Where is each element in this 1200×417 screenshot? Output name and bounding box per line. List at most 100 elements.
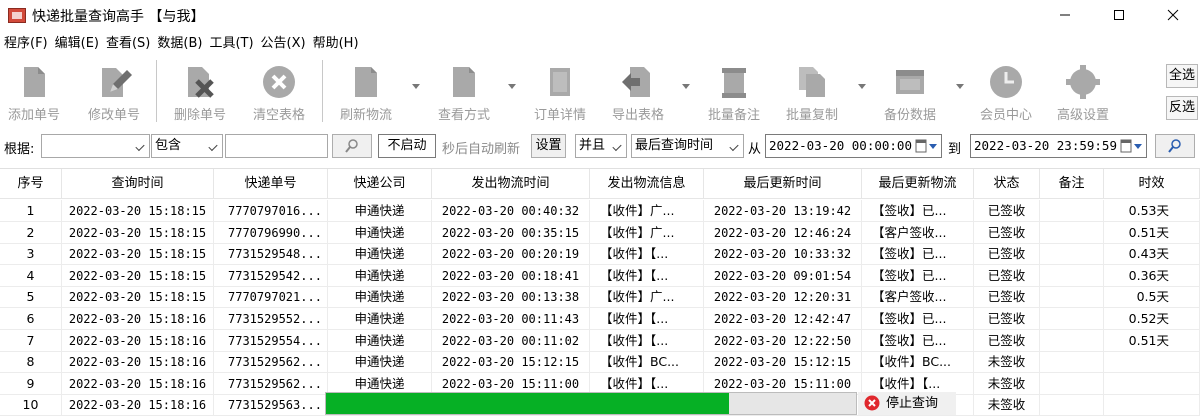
to-date-picker[interactable]: 2022-03-20 23:59:59 (970, 134, 1147, 158)
cell-sent-info: 【收件】【... (590, 264, 704, 287)
calendar-icon[interactable] (915, 139, 937, 153)
cell-query-time: 2022-03-20 15:18:15 (62, 243, 214, 266)
cell-sent-info: 【收件】【... (590, 243, 704, 266)
refresh-logistics-button[interactable]: 刷新物流 (334, 58, 420, 124)
column-header-tracking-number[interactable]: 快递单号 (214, 169, 328, 199)
document-view-icon (453, 67, 475, 97)
copy-icon (799, 67, 825, 97)
search-button[interactable] (332, 134, 372, 158)
cell-last-update-info: 【客户签收... (862, 286, 974, 309)
cell-status: 已签收 (974, 221, 1040, 244)
cell-duration: 0.51天 (1104, 221, 1200, 244)
auto-refresh-toggle[interactable]: 不启动 (378, 134, 436, 158)
cell-status: 已签收 (974, 286, 1040, 309)
maximize-icon (1114, 10, 1124, 20)
cell-last-update-info: 【客户签收... (862, 221, 974, 244)
column-header-seq[interactable]: 序号 (0, 169, 62, 199)
table-row[interactable]: 5 2022-03-20 15:18:15 7770797021... 申通快递 202… (0, 286, 1200, 309)
table-row[interactable]: 1 2022-03-20 15:18:15 7770797016... 申通快递 202… (0, 200, 1200, 222)
column-header-sent-info[interactable]: 发出物流信息 (590, 169, 704, 199)
cell-query-time: 2022-03-20 15:18:16 (62, 351, 214, 374)
chevron-down-icon[interactable] (508, 84, 516, 89)
menu-tools[interactable]: 工具(T) (209, 33, 257, 55)
filter-operator-select[interactable]: 包含 (151, 134, 223, 158)
menu-edit[interactable]: 编辑(E) (55, 33, 103, 55)
to-label: 到 (948, 142, 962, 157)
maximize-button[interactable] (1092, 0, 1146, 30)
menu-announcement[interactable]: 公告(X) (261, 33, 310, 55)
column-header-sent-time[interactable]: 发出物流时间 (432, 169, 590, 199)
cell-query-time: 2022-03-20 15:18:16 (62, 329, 214, 352)
cell-tracking-number: 7731529563... (214, 394, 328, 417)
view-mode-button[interactable]: 查看方式 (432, 58, 516, 124)
modify-tracking-button[interactable]: 修改单号 (82, 58, 146, 124)
cell-status: 已签收 (974, 243, 1040, 266)
cell-last-update-info: 【签收】已... (862, 243, 974, 266)
backup-data-button[interactable]: 备份数据 (876, 58, 964, 124)
minimize-button[interactable] (1038, 0, 1092, 30)
column-header-note[interactable]: 备注 (1040, 169, 1104, 199)
keyword-input[interactable] (225, 134, 328, 158)
from-label: 从 (748, 142, 762, 157)
menu-data[interactable]: 数据(B) (157, 33, 206, 55)
document-add-icon (24, 67, 45, 97)
table-row[interactable]: 3 2022-03-20 15:18:15 7731529548... 申通快递 202… (0, 243, 1200, 266)
invert-selection-button[interactable]: 反选 (1166, 96, 1198, 120)
column-header-courier[interactable]: 快递公司 (328, 169, 432, 199)
delete-tracking-button[interactable]: 删除单号 (168, 58, 232, 124)
cell-duration: 0.43天 (1104, 243, 1200, 266)
clear-table-button[interactable]: 清空表格 (247, 58, 311, 124)
cell-duration (1104, 372, 1200, 395)
chevron-down-icon[interactable] (956, 84, 964, 89)
time-field-select[interactable]: 最后查询时间 (631, 134, 744, 158)
cell-sent-time: 2022-03-20 00:11:02 (432, 329, 590, 352)
column-header-last-update-time[interactable]: 最后更新时间 (704, 169, 862, 199)
settings-button[interactable]: 设置 (531, 134, 566, 158)
logic-select[interactable]: 并且 (575, 134, 627, 158)
cell-query-time: 2022-03-20 15:18:15 (62, 221, 214, 244)
stop-query-button[interactable]: 停止查询 (858, 392, 956, 415)
table-row[interactable]: 6 2022-03-20 15:18:16 7731529552... 申通快递 202… (0, 308, 1200, 330)
advanced-settings-button[interactable]: 高级设置 (1051, 58, 1115, 124)
progress-fill (326, 393, 729, 414)
add-tracking-button[interactable]: 添加单号 (2, 58, 66, 124)
batch-note-button[interactable]: 批量备注 (702, 58, 766, 124)
cell-tracking-number: 7731529554... (214, 329, 328, 352)
column-header-query-time[interactable]: 查询时间 (62, 169, 214, 199)
cell-courier: 申通快递 (328, 200, 432, 222)
cell-note (1040, 221, 1104, 244)
chevron-down-icon[interactable] (858, 84, 866, 89)
calendar-icon[interactable] (1120, 139, 1142, 153)
close-button[interactable] (1146, 0, 1200, 30)
filter-label: 根据: (4, 142, 35, 157)
member-center-button[interactable]: 会员中心 (974, 58, 1038, 124)
cell-last-update-time: 2022-03-20 12:46:24 (704, 221, 862, 244)
table-row[interactable]: 2 2022-03-20 15:18:15 7770796990... 申通快递 202… (0, 221, 1200, 244)
column-header-status[interactable]: 状态 (974, 169, 1040, 199)
cell-sent-time: 2022-03-20 00:18:41 (432, 264, 590, 287)
cell-last-update-info: 【收件】BC... (862, 351, 974, 374)
select-all-button[interactable]: 全选 (1166, 64, 1198, 88)
order-detail-button[interactable]: 订单详情 (528, 58, 592, 124)
cell-duration (1104, 351, 1200, 374)
batch-copy-button[interactable]: 批量复制 (780, 58, 866, 124)
filter-field-select[interactable] (41, 134, 150, 158)
chevron-down-icon[interactable] (682, 84, 690, 89)
cell-duration: 0.5天 (1104, 286, 1200, 309)
from-date-picker[interactable]: 2022-03-20 00:00:00 (765, 134, 942, 158)
table-row[interactable]: 7 2022-03-20 15:18:16 7731529554... 申通快递 202… (0, 329, 1200, 352)
cell-seq: 9 (0, 372, 62, 395)
cell-last-update-time: 2022-03-20 15:12:15 (704, 351, 862, 374)
menu-program[interactable]: 程序(F) (4, 33, 52, 55)
menu-view[interactable]: 查看(S) (106, 33, 154, 55)
cell-last-update-info: 【签收】已... (862, 264, 974, 287)
column-header-last-update-info[interactable]: 最后更新物流 (862, 169, 974, 199)
chevron-down-icon[interactable] (412, 84, 420, 89)
table-row[interactable]: 4 2022-03-20 15:18:15 7731529542... 申通快递 202… (0, 264, 1200, 287)
menu-help[interactable]: 帮助(H) (313, 33, 363, 55)
date-search-button[interactable] (1155, 134, 1195, 158)
export-table-button[interactable]: 导出表格 (606, 58, 690, 124)
scroll-note-icon (722, 68, 746, 98)
table-row[interactable]: 8 2022-03-20 15:18:16 7731529562... 申通快递 202… (0, 351, 1200, 374)
column-header-duration[interactable]: 时效 (1104, 169, 1200, 199)
